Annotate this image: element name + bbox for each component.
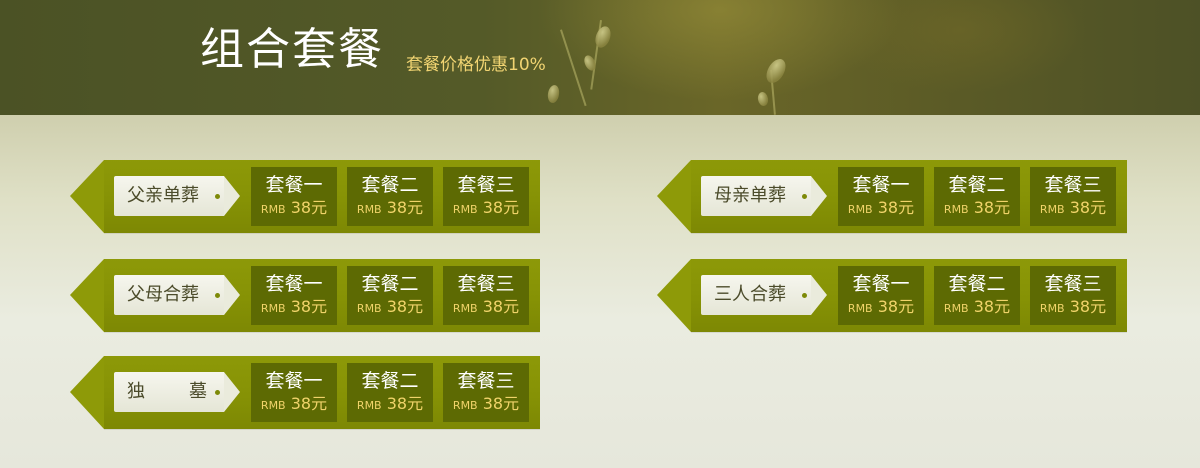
- package-1-button[interactable]: 套餐一 RMB 38元: [251, 363, 337, 422]
- package-row-single-tomb: 独 墓 套餐一 RMB 38元 套餐二 RMB 38元 套餐三 RMB 38元: [70, 356, 540, 429]
- package-name: 套餐二: [948, 273, 1006, 295]
- package-name: 套餐二: [361, 174, 419, 196]
- bullet-dot-icon: [802, 293, 807, 298]
- category-tag: 父母合葬: [114, 275, 240, 315]
- package-1-button[interactable]: 套餐一 RMB 38元: [251, 167, 337, 226]
- package-3-button[interactable]: 套餐三 RMB 38元: [1030, 167, 1116, 226]
- package-price: RMB 38元: [260, 198, 328, 217]
- arrow-left-decoration: [657, 259, 691, 332]
- package-3-button[interactable]: 套餐三 RMB 38元: [1030, 266, 1116, 325]
- category-tag: 父亲单葬: [114, 176, 240, 216]
- package-price: RMB 38元: [1039, 297, 1107, 316]
- package-name: 套餐一: [852, 174, 910, 196]
- package-name: 套餐二: [948, 174, 1006, 196]
- package-row-mother-single: 母亲单葬 套餐一 RMB 38元 套餐二 RMB 38元 套餐三 RMB 38元: [657, 160, 1127, 233]
- package-2-button[interactable]: 套餐二 RMB 38元: [347, 363, 433, 422]
- package-3-button[interactable]: 套餐三 RMB 38元: [443, 266, 529, 325]
- package-price: RMB 38元: [260, 297, 328, 316]
- category-label: 父母合葬: [127, 284, 199, 305]
- package-name: 套餐一: [265, 370, 323, 392]
- package-price: RMB 38元: [452, 297, 520, 316]
- flower-bud-decoration: [762, 55, 790, 87]
- package-2-button[interactable]: 套餐二 RMB 38元: [934, 167, 1020, 226]
- package-price: RMB 38元: [943, 198, 1011, 217]
- package-name: 套餐三: [457, 370, 515, 392]
- package-1-button[interactable]: 套餐一 RMB 38元: [838, 266, 924, 325]
- package-2-button[interactable]: 套餐二 RMB 38元: [347, 167, 433, 226]
- package-name: 套餐三: [1044, 273, 1102, 295]
- package-name: 套餐三: [457, 273, 515, 295]
- bullet-dot-icon: [215, 293, 220, 298]
- package-3-button[interactable]: 套餐三 RMB 38元: [443, 363, 529, 422]
- category-label: 三人合葬: [714, 284, 786, 305]
- arrow-left-decoration: [70, 259, 104, 332]
- package-price: RMB 38元: [452, 394, 520, 413]
- flower-bud-decoration: [546, 84, 561, 104]
- package-price: RMB 38元: [356, 198, 424, 217]
- package-name: 套餐三: [1044, 174, 1102, 196]
- package-price: RMB 38元: [356, 394, 424, 413]
- package-price: RMB 38元: [1039, 198, 1107, 217]
- package-2-button[interactable]: 套餐二 RMB 38元: [934, 266, 1020, 325]
- category-label: 独 墓: [127, 381, 207, 402]
- package-price: RMB 38元: [356, 297, 424, 316]
- bullet-dot-icon: [802, 194, 807, 199]
- category-tag: 母亲单葬: [701, 176, 827, 216]
- package-name: 套餐一: [265, 273, 323, 295]
- package-name: 套餐二: [361, 370, 419, 392]
- bullet-dot-icon: [215, 390, 220, 395]
- package-price: RMB 38元: [943, 297, 1011, 316]
- package-1-button[interactable]: 套餐一 RMB 38元: [838, 167, 924, 226]
- arrow-left-decoration: [657, 160, 691, 233]
- category-label: 父亲单葬: [127, 185, 199, 206]
- page-title: 组合套餐: [200, 24, 384, 75]
- package-1-button[interactable]: 套餐一 RMB 38元: [251, 266, 337, 325]
- package-name: 套餐二: [361, 273, 419, 295]
- header-banner: 组合套餐 套餐价格优惠10%: [0, 0, 1200, 115]
- arrow-left-decoration: [70, 160, 104, 233]
- package-row-parents-joint: 父母合葬 套餐一 RMB 38元 套餐二 RMB 38元 套餐三 RMB 38元: [70, 259, 540, 332]
- category-tag: 独 墓: [114, 372, 240, 412]
- discount-subtitle: 套餐价格优惠10%: [406, 55, 546, 75]
- package-name: 套餐三: [457, 174, 515, 196]
- package-2-button[interactable]: 套餐二 RMB 38元: [347, 266, 433, 325]
- package-3-button[interactable]: 套餐三 RMB 38元: [443, 167, 529, 226]
- category-tag: 三人合葬: [701, 275, 827, 315]
- package-name: 套餐一: [852, 273, 910, 295]
- package-price: RMB 38元: [847, 198, 915, 217]
- branch-decoration: [560, 29, 587, 107]
- package-row-three-joint: 三人合葬 套餐一 RMB 38元 套餐二 RMB 38元 套餐三 RMB 38元: [657, 259, 1127, 332]
- package-price: RMB 38元: [847, 297, 915, 316]
- flower-bud-decoration: [756, 91, 770, 107]
- package-price: RMB 38元: [452, 198, 520, 217]
- package-row-father-single: 父亲单葬 套餐一 RMB 38元 套餐二 RMB 38元 套餐三 RMB 38元: [70, 160, 540, 233]
- bullet-dot-icon: [215, 194, 220, 199]
- package-price: RMB 38元: [260, 394, 328, 413]
- arrow-left-decoration: [70, 356, 104, 429]
- category-label: 母亲单葬: [714, 185, 786, 206]
- package-name: 套餐一: [265, 174, 323, 196]
